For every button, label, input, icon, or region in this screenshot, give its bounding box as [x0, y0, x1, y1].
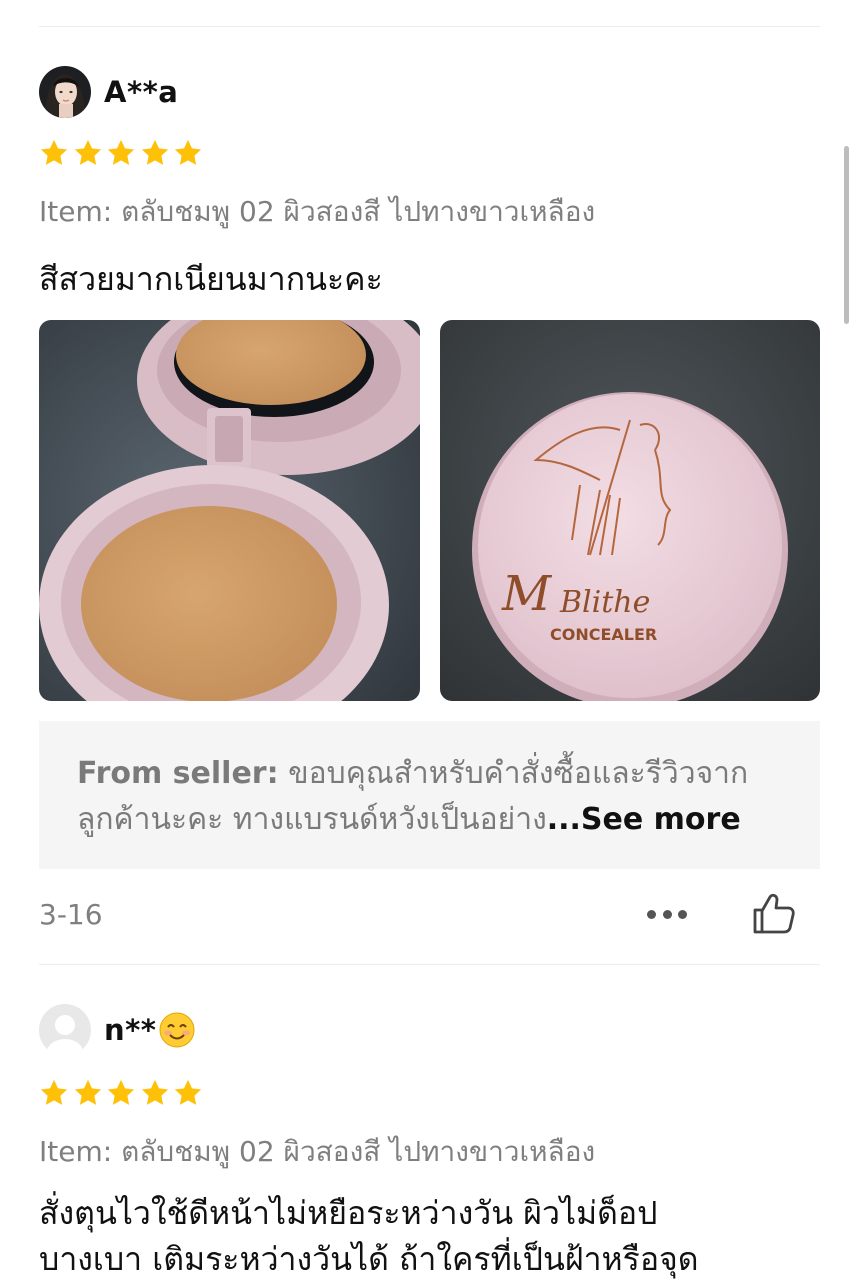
star-icon	[40, 1079, 68, 1105]
logo-label: CONCEALER	[550, 625, 657, 644]
review-text-line: สั่งตุนไวใช้ดีหน้าไม่หยือระหว่างวัน ผิวไ…	[39, 1194, 658, 1232]
item-variant: Item: ตลับชมพู 02 ผิวสองสี ไปทางขาวเหลือ…	[39, 195, 596, 228]
star-rating	[39, 138, 820, 168]
review-text: สีสวยมากเนียนมากนะคะ	[39, 260, 383, 298]
logo-brand: Blithe	[559, 585, 650, 620]
star-icon	[174, 139, 202, 165]
seller-reply-text: ขอบคุณสำหรับคำสั่งซื้อและรีวิวจาก	[278, 756, 749, 791]
default-avatar-icon[interactable]	[39, 1004, 91, 1056]
star-icon	[74, 1079, 101, 1105]
logo-m: M	[501, 566, 553, 622]
review-photos: M Blithe CONCEALER	[39, 320, 820, 701]
seller-reply-text-2: ลูกค้านะคะ ทางแบรนด์หวังเป็นอย่าง	[77, 802, 547, 837]
reviewer-row: A**a	[39, 66, 820, 118]
star-rating	[39, 1078, 820, 1108]
reviewer-name-row: n**	[104, 1011, 196, 1049]
review-text: สั่งตุนไวใช้ดีหน้าไม่หยือระหว่างวัน ผิวไ…	[39, 1190, 820, 1280]
reviewer-name: A**a	[104, 75, 179, 109]
compact-closed-photo[interactable]: M Blithe CONCEALER	[439, 320, 820, 701]
star-icon	[141, 139, 168, 165]
star-icon	[107, 1079, 135, 1105]
review-card: A**a Item: ตลับชมพู 02 ผิวสองสี ไปทางขาว…	[39, 66, 820, 959]
star-icon	[40, 139, 68, 165]
reviews-page: A**a Item: ตลับชมพู 02 ผิวสองสี ไปทางขาว…	[0, 0, 857, 1280]
reviewer-row: n**	[39, 1004, 820, 1056]
review-text-line: บางเบา เติมระหว่างวันได้ ถ้าใครที่เป็นฝ้…	[39, 1240, 699, 1278]
star-icon	[141, 1079, 168, 1105]
smiley-emoji-icon	[159, 1012, 195, 1048]
star-icon	[74, 139, 101, 165]
item-variant: Item: ตลับชมพู 02 ผิวสองสี ไปทางขาวเหลือ…	[39, 1135, 596, 1168]
seller-reply[interactable]: From seller: ขอบคุณสำหรับคำสั่งซื้อและรี…	[39, 721, 820, 869]
see-more-link[interactable]: ...See more	[547, 802, 741, 837]
reviewer-name: n**	[104, 1013, 157, 1047]
star-icon	[107, 139, 135, 165]
review-divider	[39, 964, 820, 965]
review-card: n** Item: ตลับชมพู 02 ผิวสองสี ไปทางขาวเ…	[39, 1004, 820, 1280]
seller-reply-prefix: From seller:	[77, 756, 279, 791]
top-divider	[39, 26, 820, 27]
thumbs-up-icon[interactable]	[749, 890, 797, 938]
more-icon[interactable]	[647, 908, 687, 920]
scrollbar[interactable]	[844, 146, 849, 324]
review-date: 3-16	[39, 897, 103, 931]
compact-open-photo[interactable]	[39, 320, 420, 701]
review-footer: 3-16	[39, 869, 820, 959]
star-icon	[174, 1079, 202, 1105]
avatar[interactable]	[39, 66, 91, 118]
